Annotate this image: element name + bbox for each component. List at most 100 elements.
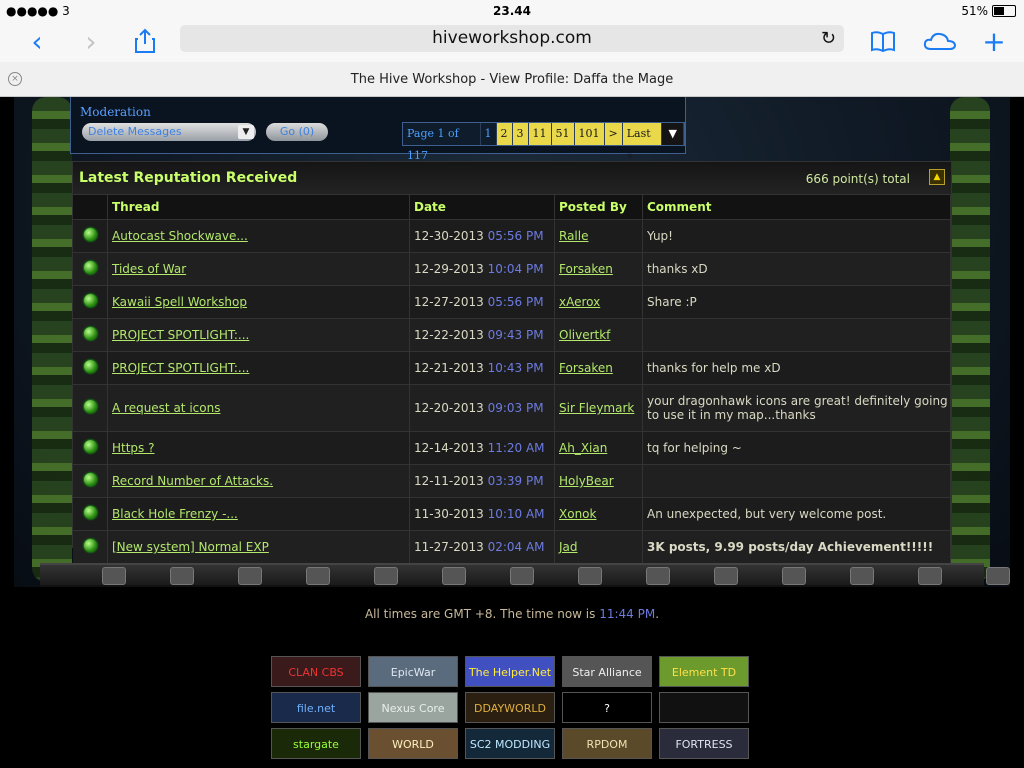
thread-link[interactable]: Https ? — [112, 441, 155, 455]
positive-rep-icon — [83, 294, 97, 307]
rep-date: 12-29-2013 — [414, 262, 484, 276]
page-2-link[interactable]: 2 — [496, 123, 513, 145]
posted-by-cell: Ralle — [554, 219, 643, 253]
thread-link[interactable]: Black Hole Frenzy -... — [112, 507, 238, 521]
reputation-row: A request at icons 12-20-2013 09:03 PM Sir… — [73, 384, 951, 432]
tab-title[interactable]: The Hive Workshop - View Profile: Daffa … — [0, 72, 1024, 87]
share-icon[interactable] — [131, 26, 159, 56]
moderation-action-select[interactable]: Delete Messages ▼ — [82, 123, 256, 141]
affiliate-banner[interactable]: DDAYWORLD — [465, 692, 555, 723]
reputation-total: 666 point(s) total — [805, 172, 910, 186]
page-3-link[interactable]: 3 — [512, 123, 529, 145]
chain-link-ornament — [578, 567, 602, 585]
reputation-row: Tides of War 12-29-2013 10:04 PM Forsaken t… — [73, 252, 951, 286]
chain-link-ornament — [170, 567, 194, 585]
reputation-row: [New system] Normal EXP 11-27-2013 02:04 … — [73, 530, 951, 563]
posted-by-cell: HolyBear — [554, 464, 643, 498]
user-link[interactable]: xAerox — [559, 295, 600, 309]
page-1-link[interactable]: 1 — [480, 123, 497, 145]
thread-link[interactable]: Tides of War — [112, 262, 186, 276]
reputation-row: Autocast Shockwave... 12-30-2013 05:56 PM… — [73, 219, 951, 253]
user-link[interactable]: Sir Fleymark — [559, 401, 634, 415]
positive-rep-icon — [83, 327, 97, 340]
page-101-link[interactable]: 101 — [574, 123, 605, 145]
thread-cell: A request at icons — [107, 384, 410, 432]
thread-link[interactable]: PROJECT SPOTLIGHT:... — [112, 328, 249, 342]
rep-comment: Share :P — [647, 295, 697, 309]
date-cell: 12-11-2013 03:39 PM — [409, 464, 555, 498]
thread-link[interactable]: A request at icons — [112, 401, 220, 415]
affiliate-banner[interactable]: file.net — [271, 692, 361, 723]
current-time: 11:44 PM — [599, 607, 656, 621]
affiliate-banner[interactable]: RPDOM — [562, 728, 652, 759]
date-cell: 11-30-2013 10:10 AM — [409, 497, 555, 531]
affiliate-banner[interactable]: EpicWar — [368, 656, 458, 687]
date-cell: 12-20-2013 09:03 PM — [409, 384, 555, 432]
affiliate-banner[interactable]: WORLD FAERIES — [368, 728, 458, 759]
page-51-link[interactable]: 51 — [551, 123, 575, 145]
affiliate-banner[interactable] — [659, 692, 749, 723]
comment-cell: An unexpected, but very welcome post. — [642, 497, 951, 531]
thread-link[interactable]: PROJECT SPOTLIGHT:... — [112, 361, 249, 375]
reputation-row: Record Number of Attacks. 12-11-2013 03:3… — [73, 464, 951, 498]
affiliate-banner[interactable]: FORTRESS SURVIVAL — [659, 728, 749, 759]
affiliate-banner[interactable]: ? — [562, 692, 652, 723]
next-page-link[interactable]: > — [604, 123, 623, 145]
affiliate-banner[interactable]: The Helper.Net — [465, 656, 555, 687]
reload-icon[interactable]: ↻ — [821, 25, 836, 52]
thread-link[interactable]: Record Number of Attacks. — [112, 474, 273, 488]
icloud-tabs-icon[interactable] — [922, 26, 958, 56]
column-header-posted-by: Posted By — [554, 195, 643, 220]
user-link[interactable]: Xonok — [559, 507, 596, 521]
bookmarks-icon[interactable] — [868, 26, 898, 56]
user-link[interactable]: Olivertkf — [559, 328, 610, 342]
collapse-icon[interactable]: ▲ — [929, 169, 945, 185]
positive-rep-icon — [83, 261, 97, 274]
thread-cell: Autocast Shockwave... — [107, 219, 410, 253]
affiliate-banner[interactable]: CLAN CBS — [271, 656, 361, 687]
affiliate-banner[interactable]: SC2 MODDING — [465, 728, 555, 759]
rep-date: 11-30-2013 — [414, 507, 484, 521]
rep-comment: An unexpected, but very welcome post. — [647, 507, 887, 521]
affiliate-banner[interactable]: Nexus Core — [368, 692, 458, 723]
reputation-status-cell — [73, 431, 108, 465]
rep-comment: thanks for help me xD — [647, 361, 781, 375]
last-page-link[interactable]: Last » — [622, 123, 663, 162]
thread-link[interactable]: [New system] Normal EXP — [112, 540, 269, 554]
affiliate-banner[interactable]: stargate network — [271, 728, 361, 759]
user-link[interactable]: Forsaken — [559, 361, 613, 375]
affiliate-banner[interactable]: Star Alliance — [562, 656, 652, 687]
rep-time: 11:20 AM — [487, 441, 545, 455]
page-indicator: Page 1 of 117 — [403, 123, 481, 162]
left-vine-border — [32, 97, 72, 582]
user-link[interactable]: Ah_Xian — [559, 441, 607, 455]
date-cell: 12-30-2013 05:56 PM — [409, 219, 555, 253]
thread-link[interactable]: Kawaii Spell Workshop — [112, 295, 247, 309]
reputation-status-cell — [73, 252, 108, 286]
user-link[interactable]: HolyBear — [559, 474, 614, 488]
posted-by-cell: xAerox — [554, 285, 643, 319]
thread-link[interactable]: Autocast Shockwave... — [112, 229, 248, 243]
new-tab-icon[interactable]: + — [980, 25, 1008, 58]
forward-icon[interactable]: › — [76, 25, 106, 58]
chain-link-ornament — [510, 567, 534, 585]
go-button[interactable]: Go (0) — [266, 123, 328, 141]
affiliate-banner[interactable]: Element TD — [659, 656, 749, 687]
timezone-text: All times are GMT +8. The time now is — [364, 607, 596, 621]
thread-cell: Kawaii Spell Workshop — [107, 285, 410, 319]
user-link[interactable]: Ralle — [559, 229, 588, 243]
back-icon[interactable]: ‹ — [22, 25, 52, 58]
reputation-panel: Latest Reputation Received 666 point(s) … — [72, 161, 952, 563]
thread-cell: Black Hole Frenzy -... — [107, 497, 410, 531]
tab-bar: × The Hive Workshop - View Profile: Daff… — [0, 62, 1024, 97]
address-bar[interactable]: hiveworkshop.com ↻ — [180, 25, 844, 52]
page-jump-menu-icon[interactable]: ▼ — [662, 123, 684, 145]
reputation-header: Latest Reputation Received 666 point(s) … — [73, 162, 951, 195]
page-11-link[interactable]: 11 — [528, 123, 552, 145]
chain-link-ornament — [442, 567, 466, 585]
rep-comment: 3K posts, 9.99 posts/day Achievement!!!!… — [647, 540, 934, 554]
user-link[interactable]: Forsaken — [559, 262, 613, 276]
reputation-row: PROJECT SPOTLIGHT:... 12-21-2013 10:43 PM… — [73, 351, 951, 385]
user-link[interactable]: Jad — [559, 540, 578, 554]
reputation-status-cell — [73, 497, 108, 531]
